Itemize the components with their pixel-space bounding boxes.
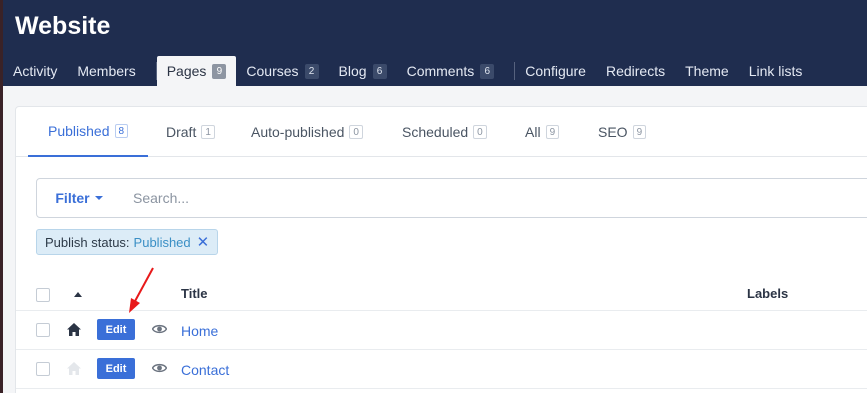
eye-icon[interactable]	[152, 323, 167, 335]
nav-item-blog[interactable]: Blog 6	[329, 56, 397, 86]
home-icon	[67, 362, 81, 375]
nav-item-theme[interactable]: Theme	[675, 56, 739, 86]
tab-all[interactable]: All 9	[505, 107, 579, 157]
tab-count: 1	[201, 125, 215, 139]
nav-badge: 6	[372, 63, 387, 79]
nav-item-comments[interactable]: Comments 6	[397, 56, 505, 86]
row-checkbox[interactable]	[36, 323, 50, 337]
select-all-checkbox[interactable]	[36, 288, 50, 302]
table-row: Edit Contact	[16, 350, 867, 389]
nav-item-redirects[interactable]: Redirects	[596, 56, 675, 86]
tab-draft[interactable]: Draft 1	[146, 107, 235, 157]
eye-icon[interactable]	[152, 362, 167, 374]
nav-item-link-lists[interactable]: Link lists	[739, 56, 813, 86]
nav-badge: 9	[212, 63, 227, 79]
tab-count: 9	[632, 125, 647, 139]
tab-count: 8	[114, 124, 129, 138]
nav-item-configure[interactable]: Configure	[515, 56, 596, 86]
close-icon[interactable]: ✕	[197, 235, 210, 250]
search-input[interactable]	[121, 178, 867, 218]
column-header-labels: Labels	[747, 286, 789, 301]
tab-scheduled[interactable]: Scheduled 0	[382, 107, 507, 157]
page-title-link[interactable]: Contact	[181, 362, 229, 378]
nav-item-activity[interactable]: Activity	[3, 56, 67, 86]
edit-button[interactable]: Edit	[97, 358, 135, 379]
status-tabs: Published 8 Draft 1 Auto-published 0 Schedu…	[16, 107, 867, 157]
tab-published[interactable]: Published 8	[28, 107, 149, 157]
tab-count: 9	[545, 125, 560, 139]
home-icon	[67, 323, 81, 336]
caret-down-icon	[94, 196, 103, 200]
tab-seo[interactable]: SEO 9	[578, 107, 666, 157]
app-title: Website	[15, 12, 111, 40]
main-nav: Activity Members Pages 9 Courses 2 Blog 6 C…	[3, 56, 812, 86]
pages-table: Title Labels Edit Home Edit Contact	[16, 275, 867, 389]
nav-item-pages[interactable]: Pages 9	[156, 56, 237, 86]
nav-badge: 6	[480, 63, 495, 79]
page-title-link[interactable]: Home	[181, 323, 218, 339]
pages-card: Published 8 Draft 1 Auto-published 0 Schedu…	[15, 106, 867, 393]
nav-item-courses[interactable]: Courses 2	[236, 56, 328, 86]
table-header-row: Title Labels	[16, 275, 867, 311]
table-row: Edit Home	[16, 311, 867, 350]
column-header-title[interactable]: Title	[181, 286, 208, 301]
chip-value: Published	[133, 234, 191, 250]
tab-count: 0	[473, 125, 487, 139]
nav-badge: 2	[304, 63, 319, 79]
chip-label: Publish status:	[45, 234, 130, 250]
tab-auto-published[interactable]: Auto-published 0	[231, 107, 383, 157]
active-filter-chip: Publish status: Published ✕	[36, 229, 219, 255]
edit-button[interactable]: Edit	[97, 319, 135, 340]
app-header: Website Activity Members Pages 9 Courses 2…	[3, 0, 867, 86]
nav-item-members[interactable]: Members	[67, 56, 145, 86]
sort-up-icon[interactable]	[74, 292, 82, 297]
tab-count: 0	[349, 125, 363, 139]
row-checkbox[interactable]	[36, 362, 50, 376]
filter-button[interactable]: Filter	[36, 178, 122, 218]
